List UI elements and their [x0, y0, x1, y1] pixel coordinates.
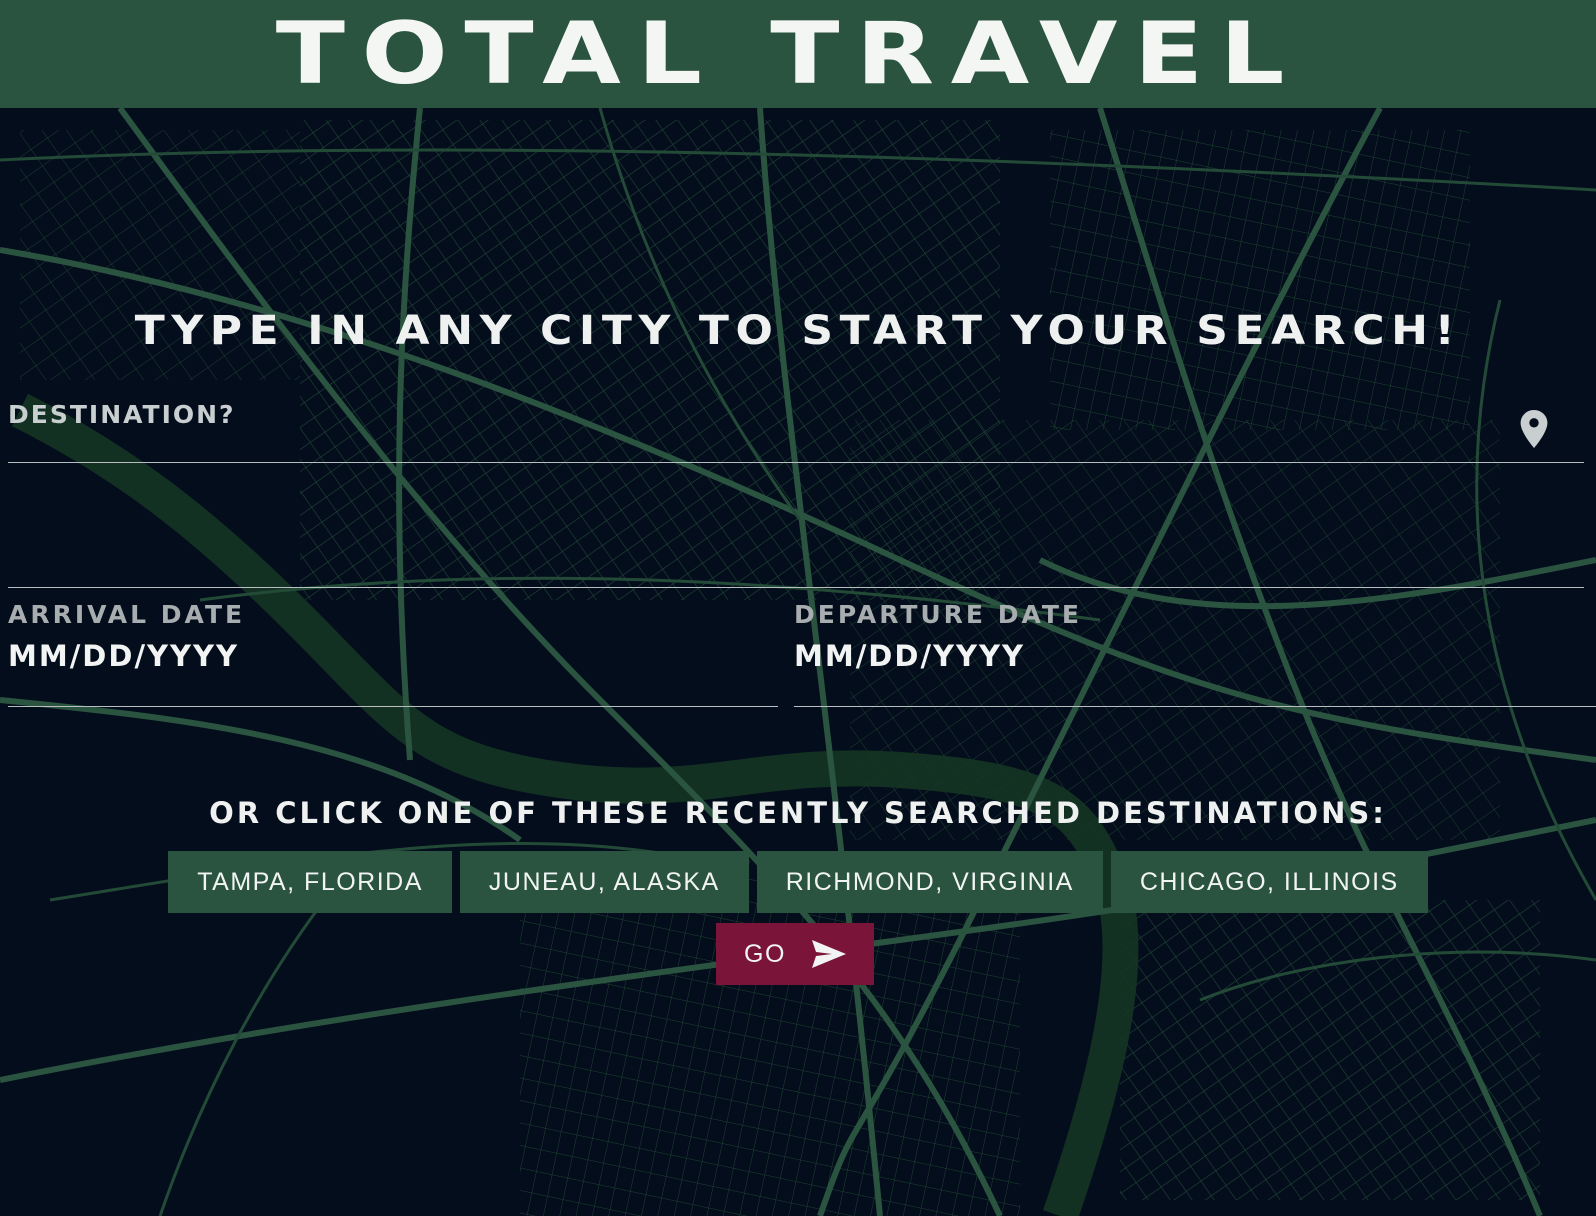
departure-date-label: DEPARTURE DATE	[794, 600, 1083, 629]
go-button-label: GO	[744, 939, 786, 968]
page: TOTAL TRAVEL TYPE IN ANY CITY TO START Y…	[0, 0, 1596, 1216]
recent-destination-juneau-button[interactable]: JUNEAU, ALASKA	[459, 851, 749, 913]
recent-destination-chicago-button[interactable]: CHICAGO, ILLINOIS	[1110, 851, 1428, 913]
map-pin-icon[interactable]	[1520, 410, 1548, 448]
departure-date-underline	[794, 706, 1596, 707]
recent-destination-richmond-button[interactable]: RICHMOND, VIRGINIA	[756, 851, 1103, 913]
recent-destinations-heading: OR CLICK ONE OF THESE RECENTLY SEARCHED …	[209, 796, 1387, 830]
go-button[interactable]: GO	[716, 923, 874, 985]
send-icon	[811, 940, 846, 968]
search-prompt: TYPE IN ANY CITY TO START YOUR SEARCH!	[134, 308, 1462, 354]
arrival-date-input[interactable]	[8, 636, 748, 676]
recent-destination-tampa-button[interactable]: TAMPA, FLORIDA	[168, 851, 452, 913]
arrival-date-underline	[8, 706, 778, 707]
arrival-date-label: ARRIVAL DATE	[8, 600, 246, 629]
search-form: TYPE IN ANY CITY TO START YOUR SEARCH! D…	[0, 0, 1596, 1216]
destination-underline	[8, 462, 1584, 463]
destination-input[interactable]	[8, 395, 1492, 453]
departure-date-input[interactable]	[794, 636, 1534, 676]
recent-destinations-list: TAMPA, FLORIDA JUNEAU, ALASKA RICHMOND, …	[0, 851, 1596, 913]
autocomplete-divider	[8, 587, 1584, 588]
